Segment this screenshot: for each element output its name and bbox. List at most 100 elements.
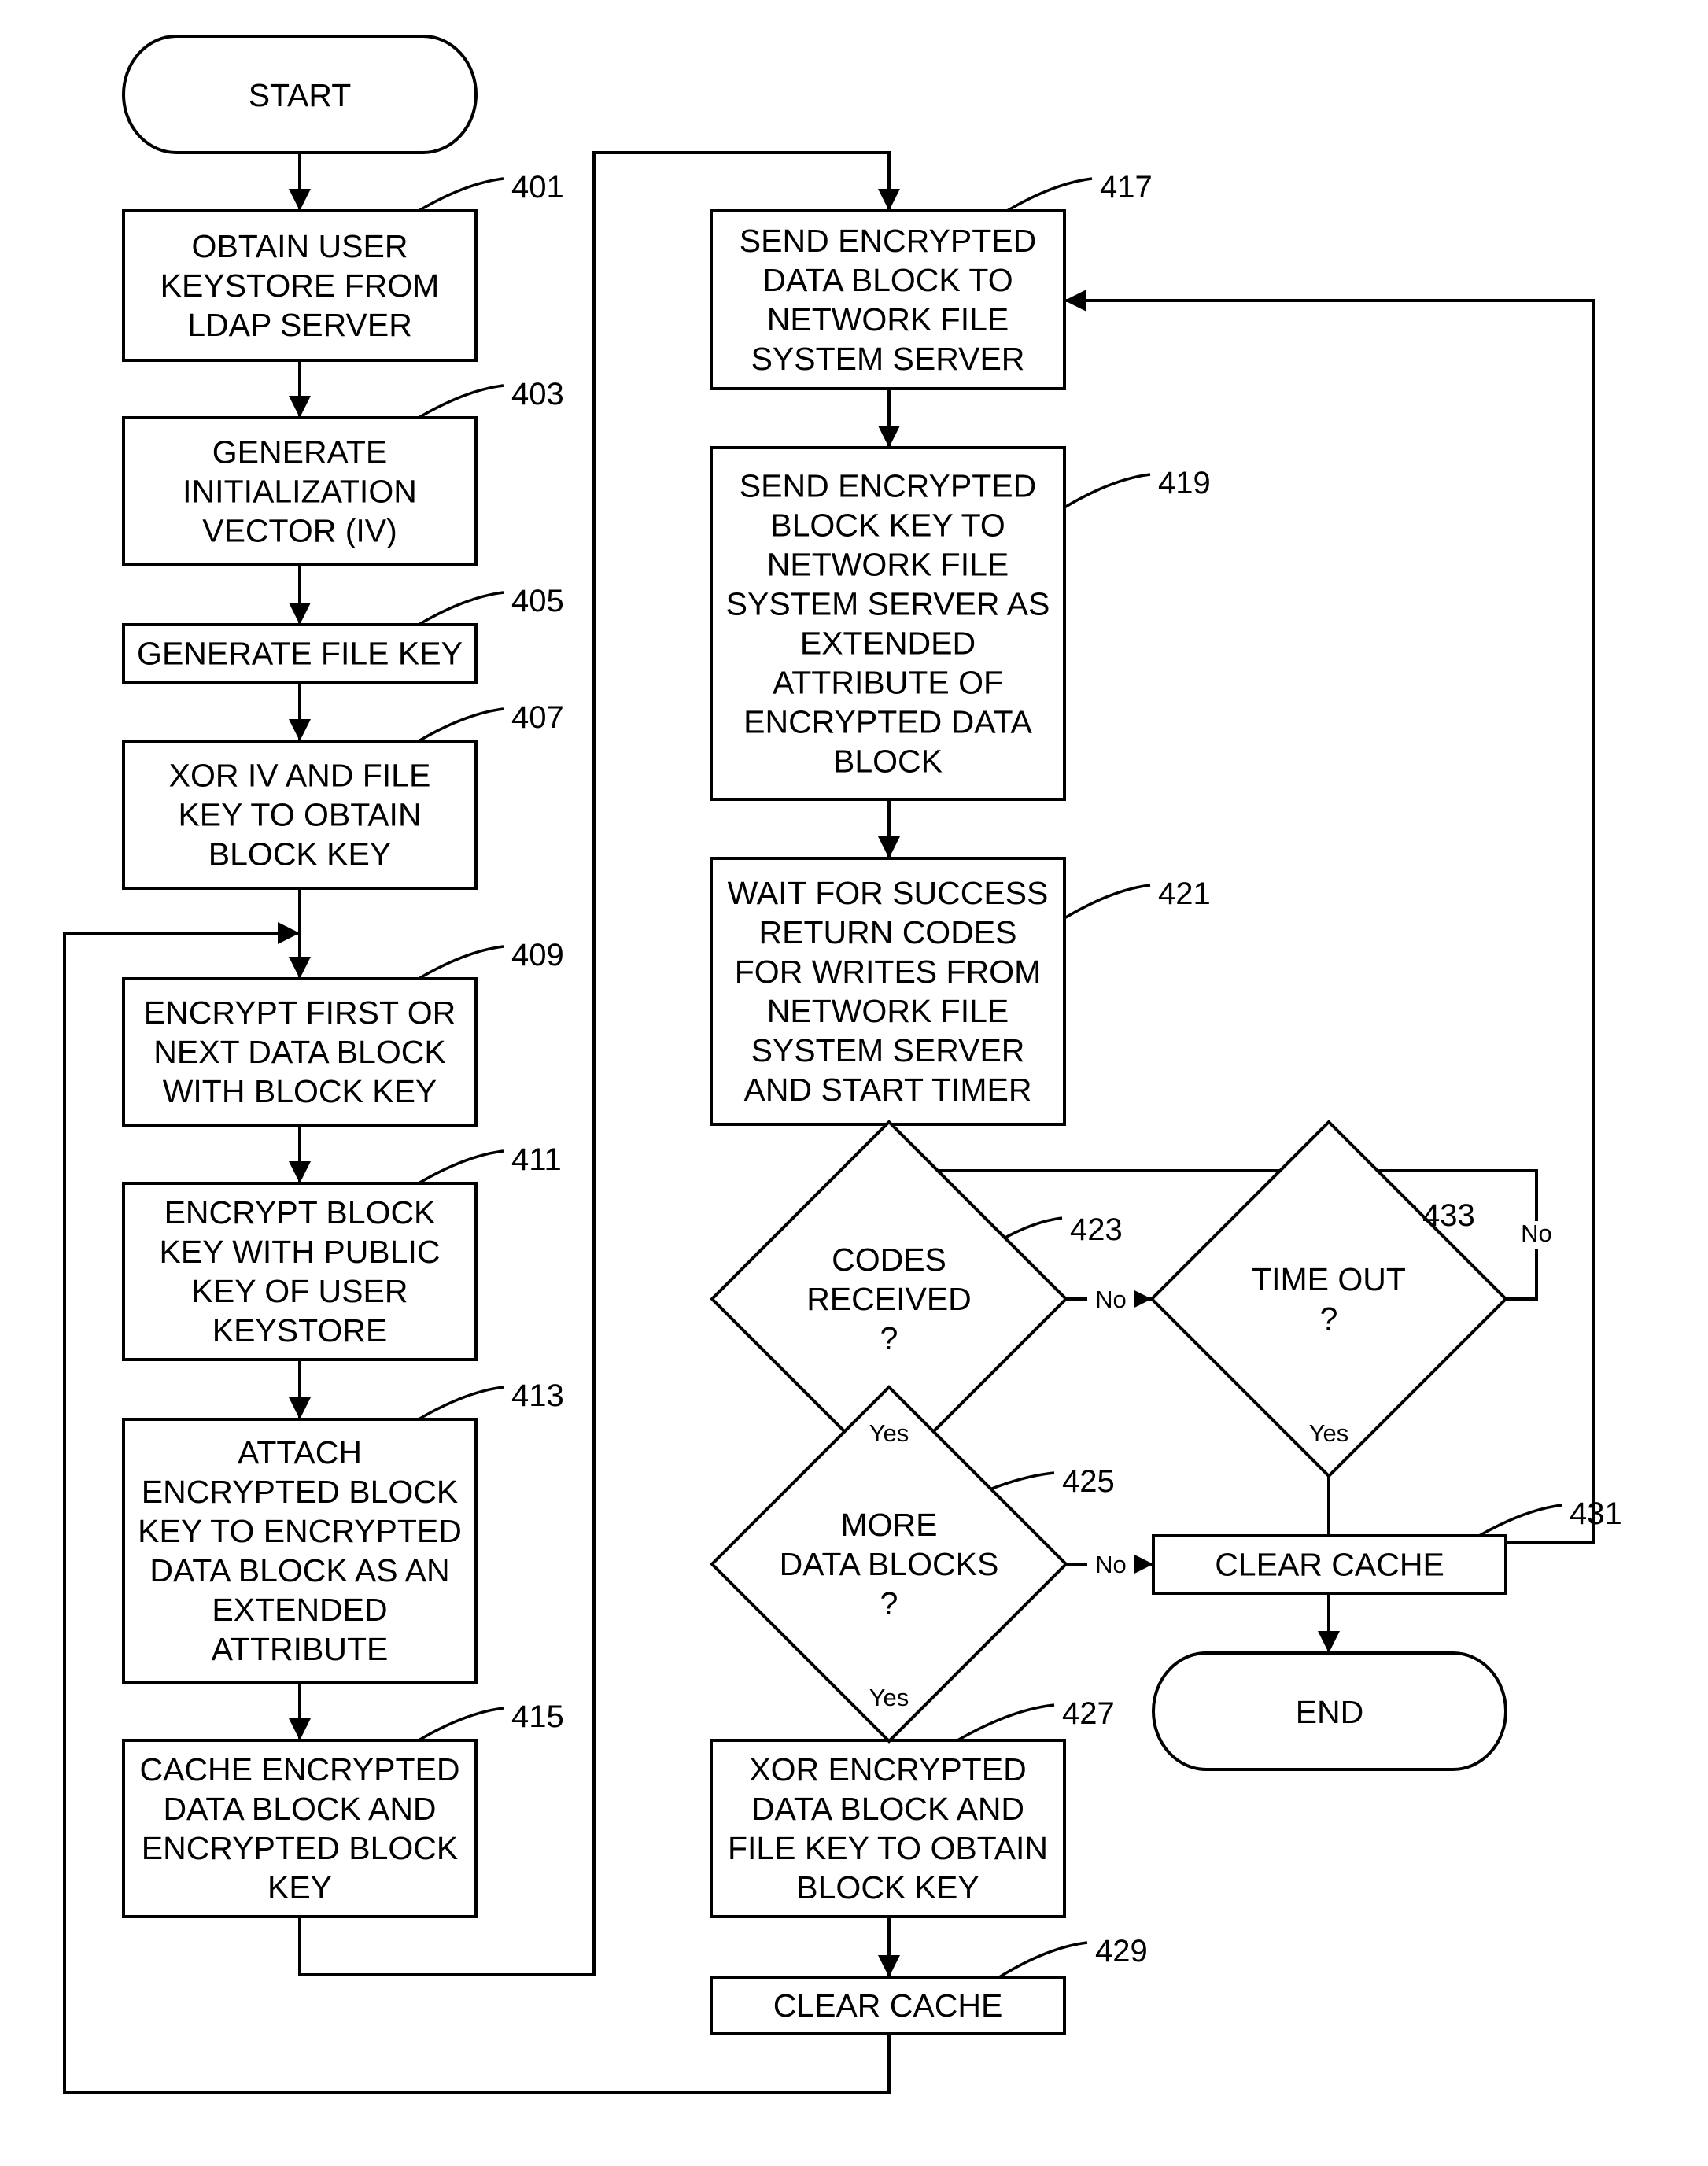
leader-line-407 [418,707,504,743]
reference-number-417: 417 [1100,170,1153,205]
process-box-429-line: CLEAR CACHE [773,1987,1003,2024]
reference-number-429: 429 [1095,1934,1148,1969]
branch-label-433-no: No [1521,1220,1552,1247]
process-box-415-line: KEY [267,1869,332,1906]
process-box-413-line: ATTRIBUTE [212,1631,389,1667]
arrowhead-icon [289,1718,311,1740]
decision-423-line: ? [880,1320,898,1356]
branch-label-425-no: No [1095,1551,1127,1578]
arrowhead-icon [289,1161,311,1183]
process-box-427-line: XOR ENCRYPTED [749,1751,1026,1788]
decision-425-line: ? [880,1585,898,1622]
reference-number-407: 407 [511,700,564,735]
process-box-413-line: EXTENDED [212,1592,387,1628]
process-box-419-line: SEND ENCRYPTED [740,468,1036,504]
reference-number-403: 403 [511,377,564,411]
leader-line-427 [957,1703,1055,1742]
branch-label-425-yes: Yes [869,1684,909,1711]
arrowhead-icon [289,396,311,418]
leader-line-431 [1478,1504,1562,1537]
leader-line-401 [418,177,504,212]
process-box-407-line: XOR IV AND FILE [169,758,431,794]
arrowhead-icon [289,189,311,211]
process-box-419-line: BLOCK [833,744,943,780]
process-box-411-line: KEYSTORE [212,1312,388,1349]
process-box-421-line: WAIT FOR SUCCESS [728,875,1049,911]
process-box-409-line: NEXT DATA BLOCK [153,1034,445,1070]
reference-number-427: 427 [1062,1696,1115,1731]
end-terminal-label: END [1296,1694,1364,1730]
process-box-413-line: ATTACH [238,1434,362,1470]
arrowhead-icon [878,189,900,211]
process-box-411-line: KEY WITH PUBLIC [160,1234,441,1270]
branch-label-423-no: No [1095,1286,1127,1313]
decision-425-line: MORE [841,1507,938,1543]
process-box-421-line: FOR WRITES FROM [735,954,1041,990]
flowchart-canvas: START END OBTAIN USER KEYSTORE FROMLDAP SER… [63,35,1622,2094]
arrowhead-icon [1131,1553,1153,1575]
decision-425-line: DATA BLOCKS [780,1546,999,1582]
process-box-421-line: RETURN CODES [758,914,1016,950]
process-box-409-line: WITH BLOCK KEY [163,1073,437,1109]
process-box-401-line: KEYSTORE FROM [160,268,440,304]
process-box-417-line: DATA BLOCK TO [762,262,1013,298]
process-box-411-line: ENCRYPT BLOCK [164,1194,436,1231]
reference-number-401: 401 [511,170,564,205]
reference-number-423: 423 [1070,1212,1123,1247]
leader-line-419 [1064,473,1151,509]
arrowhead-icon [878,836,900,858]
process-box-419-line: SYSTEM SERVER AS [726,586,1050,622]
reference-number-419: 419 [1158,466,1211,500]
process-box-419-line: EXTENDED [800,625,976,662]
arrowhead-icon [289,603,311,625]
reference-number-411: 411 [511,1142,562,1177]
process-box-427-line: DATA BLOCK AND [751,1791,1024,1827]
process-box-421-line: NETWORK FILE [767,993,1009,1029]
process-box-417-line: NETWORK FILE [767,301,1009,338]
decision-423-line: RECEIVED [806,1281,972,1317]
leader-line-403 [418,384,504,419]
process-box-427-line: BLOCK KEY [796,1869,979,1906]
arrowhead-icon [289,719,311,741]
process-box-411-line: KEY OF USER [192,1273,408,1309]
reference-number-405: 405 [511,584,564,618]
reference-number-431: 431 [1570,1496,1622,1531]
arrowhead-icon [1064,290,1086,312]
leader-line-429 [998,1941,1088,1979]
reference-number-413: 413 [511,1378,564,1413]
reference-number-421: 421 [1158,876,1211,911]
decision-433-line: ? [1320,1301,1338,1337]
arrowhead-icon [878,426,900,448]
leader-line-405 [418,591,504,626]
process-box-421-line: AND START TIMER [743,1072,1031,1108]
arrowhead-icon [278,922,300,944]
reference-number-409: 409 [511,938,564,972]
process-box-413-line: ENCRYPTED BLOCK [142,1474,459,1510]
reference-number-415: 415 [511,1699,564,1734]
decision-423-line: CODES [832,1242,946,1278]
leader-line-411 [418,1149,504,1185]
process-box-405-line: GENERATE FILE KEY [137,636,463,672]
process-box-407-line: BLOCK KEY [208,836,391,873]
process-box-401-line: OBTAIN USER [192,228,408,264]
process-box-419-line: ATTRIBUTE OF [773,665,1003,701]
process-box-409-line: ENCRYPT FIRST OR [144,994,456,1031]
process-box-415-line: CACHE ENCRYPTED [139,1751,459,1788]
leader-line-421 [1064,884,1151,920]
process-box-419-line: ENCRYPTED DATA [743,704,1032,740]
process-box-431-line: CLEAR CACHE [1215,1547,1444,1583]
start-terminal-label: START [249,77,352,113]
process-box-417-line: SYSTEM SERVER [751,341,1025,377]
arrowhead-icon [289,1397,311,1419]
branch-label-433-yes: Yes [1309,1419,1349,1447]
branch-label-423-yes: Yes [869,1419,909,1447]
process-box-419-line: NETWORK FILE [767,547,1009,583]
process-box-427-line: FILE KEY TO OBTAIN [728,1830,1048,1866]
process-box-415-line: DATA BLOCK AND [163,1791,436,1827]
process-box-421-line: SYSTEM SERVER [751,1032,1025,1068]
process-box-401-line: LDAP SERVER [187,307,412,343]
reference-number-433: 433 [1422,1198,1475,1233]
process-box-415-line: ENCRYPTED BLOCK [142,1830,459,1866]
process-box-403-line: GENERATE [212,434,388,470]
leader-line-415 [418,1707,504,1742]
